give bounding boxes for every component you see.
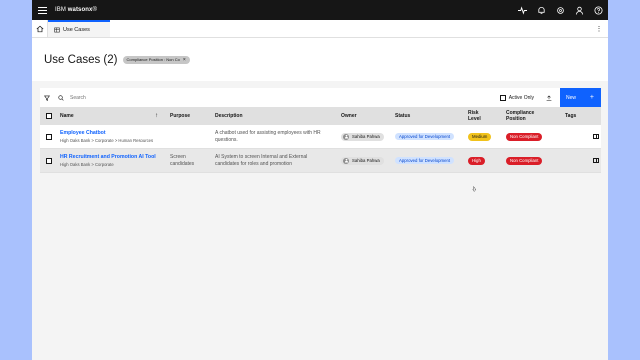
- search-input[interactable]: [70, 94, 270, 101]
- sort-arrow-icon[interactable]: ↑: [155, 113, 158, 119]
- column-header-tags[interactable]: Tags: [565, 113, 576, 119]
- checkbox-icon[interactable]: [499, 94, 506, 101]
- risk-level-badge: High: [468, 156, 485, 165]
- use-case-link[interactable]: Employee Chatbot: [60, 130, 153, 136]
- table-row[interactable]: Employee Chatbot High Oaks Bank > Corpor…: [40, 125, 601, 149]
- notification-button[interactable]: [532, 0, 551, 20]
- search-bar: [58, 94, 270, 101]
- filter-button[interactable]: [40, 95, 54, 101]
- description-cell: AI System to screen Internal and Externa…: [215, 154, 335, 168]
- new-button-label: New: [566, 94, 577, 101]
- side-panel-icon[interactable]: [593, 158, 599, 163]
- select-all-checkbox[interactable]: [46, 113, 52, 119]
- owner-tag[interactable]: Sahiba Pahwa: [341, 156, 384, 165]
- compliance-badge: Non Compliant: [506, 156, 543, 165]
- owner-tag[interactable]: Sahiba Pahwa: [341, 132, 384, 141]
- new-button[interactable]: New +: [560, 88, 601, 107]
- user-icon: [575, 6, 584, 15]
- hamburger-icon: [37, 6, 47, 14]
- column-header-compliance-position[interactable]: Compliance Position: [506, 110, 534, 122]
- close-icon[interactable]: ×: [183, 57, 186, 63]
- settings-button[interactable]: [551, 0, 570, 20]
- risk-header-line2: Level: [468, 116, 481, 122]
- notification-icon: [538, 6, 545, 14]
- brand-suffix: ®: [92, 7, 97, 13]
- purpose-line2: candidates: [170, 160, 195, 167]
- upload-icon: [546, 95, 552, 101]
- table-row[interactable]: HR Recruitment and Promotion AI Tool Hig…: [40, 149, 601, 173]
- name-cell: HR Recruitment and Promotion AI Tool Hig…: [60, 154, 156, 167]
- top-icons: [513, 0, 608, 20]
- filter-icon: [44, 95, 50, 101]
- upload-button[interactable]: [542, 88, 556, 107]
- search-icon: [58, 94, 64, 101]
- column-header-status[interactable]: Status: [395, 113, 410, 119]
- settings-icon: [557, 6, 564, 14]
- description-line1: AI System to screen Internal and Externa…: [215, 153, 308, 160]
- top-bar: IBM watsonx®: [32, 0, 608, 20]
- brand-name: watsonx: [67, 7, 93, 13]
- home-button[interactable]: [32, 20, 48, 37]
- ai-sparkle-button[interactable]: [513, 0, 532, 20]
- description-line2: questions.: [215, 136, 238, 143]
- user-avatar-icon: [343, 133, 349, 140]
- description-cell: A chatbot used for assisting employees w…: [215, 130, 335, 144]
- compliance-badge: Non Compliant: [506, 132, 543, 141]
- use-case-path: High Oaks Bank > Corporate > Human Resou…: [60, 138, 154, 143]
- risk-level-badge: Medium: [468, 132, 492, 141]
- filter-tag-label: Compliance Position : Non Co: [126, 57, 180, 62]
- table-toolbar: Active Only New +: [40, 88, 601, 107]
- tab-use-cases[interactable]: Use Cases: [48, 20, 110, 37]
- page-header: Use Cases (2) Compliance Position : Non …: [32, 38, 608, 81]
- tab-bar: Use Cases ⋮: [32, 20, 608, 38]
- purpose-cell: Screen candidates: [170, 154, 194, 168]
- column-header-purpose[interactable]: Purpose: [170, 113, 190, 119]
- description-line1: A chatbot used for assisting employees w…: [215, 129, 321, 136]
- brand-prefix: IBM: [55, 7, 66, 13]
- ai-sparkle-icon: [518, 5, 527, 15]
- user-avatar-icon: [343, 157, 349, 164]
- compliance-header-line2: Position: [506, 116, 526, 122]
- table-header-row: Name ↑ Purpose Description Owner Status …: [40, 107, 601, 125]
- status-badge: Approved for Development: [395, 157, 455, 164]
- column-header-owner[interactable]: Owner: [341, 113, 357, 119]
- home-icon: [36, 25, 43, 32]
- active-only-checkbox[interactable]: Active Only: [499, 94, 534, 101]
- description-line2: candidates for roles and promotion: [215, 160, 292, 167]
- page-title: Use Cases (2): [44, 53, 118, 66]
- brand-logo[interactable]: IBM watsonx®: [55, 7, 97, 13]
- active-only-label: Active Only: [508, 94, 534, 101]
- row-checkbox[interactable]: [46, 133, 52, 140]
- name-cell: Employee Chatbot High Oaks Bank > Corpor…: [60, 130, 153, 143]
- user-button[interactable]: [570, 0, 589, 20]
- side-panel-icon[interactable]: [593, 134, 599, 139]
- column-header-risk-level[interactable]: Risk Level: [468, 110, 481, 122]
- overflow-menu-icon[interactable]: ⋮: [590, 20, 608, 37]
- owner-name: Sahiba Pahwa: [352, 134, 380, 139]
- use-cases-table: Name ↑ Purpose Description Owner Status …: [40, 107, 601, 173]
- filter-tag[interactable]: Compliance Position : Non Co ×: [122, 55, 190, 64]
- row-checkbox[interactable]: [46, 157, 52, 164]
- use-case-link[interactable]: HR Recruitment and Promotion AI Tool: [60, 154, 156, 160]
- tab-label: Use Cases: [63, 26, 90, 33]
- toolbar-actions: Active Only New +: [499, 88, 601, 107]
- use-case-path: High Oaks Bank > Corporate: [60, 162, 114, 167]
- help-button[interactable]: [589, 0, 608, 20]
- plus-icon: +: [589, 94, 594, 101]
- purpose-line1: Screen: [170, 153, 186, 160]
- help-icon: [594, 5, 603, 15]
- column-header-description[interactable]: Description: [215, 113, 335, 120]
- menu-button[interactable]: [33, 0, 51, 20]
- column-header-name[interactable]: Name: [60, 113, 74, 119]
- owner-name: Sahiba Pahwa: [352, 158, 380, 163]
- status-badge: Approved for Development: [395, 133, 455, 140]
- mouse-pointer-icon: [472, 186, 477, 192]
- app-window: IBM watsonx® Use Cases ⋮ Use Cases (2) C…: [32, 0, 608, 360]
- table-icon: [54, 27, 60, 32]
